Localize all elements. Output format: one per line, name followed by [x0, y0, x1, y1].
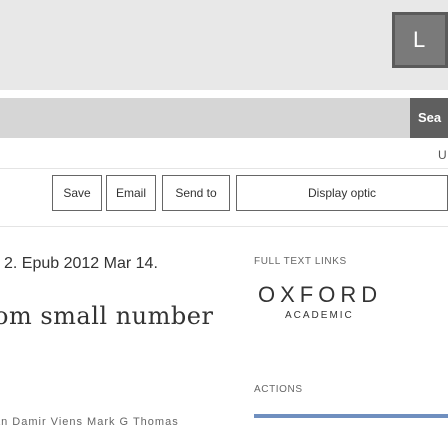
send-to-button[interactable]: Send to — [162, 175, 230, 211]
divider — [0, 168, 448, 169]
article-title: om small number — [0, 302, 214, 330]
search-input[interactable] — [0, 98, 410, 138]
login-button[interactable]: L — [392, 12, 448, 68]
action-toolbar: Save Email Send to Display optic — [0, 175, 448, 213]
top-header-bar: L — [0, 0, 448, 90]
divider — [0, 226, 448, 227]
logo-sub: ACADEMIC — [285, 310, 354, 321]
user-text[interactable]: U — [438, 148, 447, 162]
full-text-links-heading: FULL TEXT LINKS — [254, 256, 347, 267]
actions-bar[interactable] — [254, 414, 448, 418]
save-button[interactable]: Save — [52, 175, 102, 211]
logo-name: OXFORD — [258, 282, 383, 307]
actions-heading: ACTIONS — [254, 384, 303, 395]
search-button[interactable]: Sea — [410, 98, 448, 138]
author-list[interactable]: an Damir Viens Mark G Thomas — [0, 416, 179, 428]
citation-text: 2. Epub 2012 Mar 14. — [4, 255, 158, 272]
email-button[interactable]: Email — [106, 175, 156, 211]
oxford-academic-logo[interactable]: OXFORD ACADEMIC — [258, 282, 448, 334]
search-row: Sea — [0, 90, 448, 148]
display-options-button[interactable]: Display optic — [236, 175, 448, 211]
